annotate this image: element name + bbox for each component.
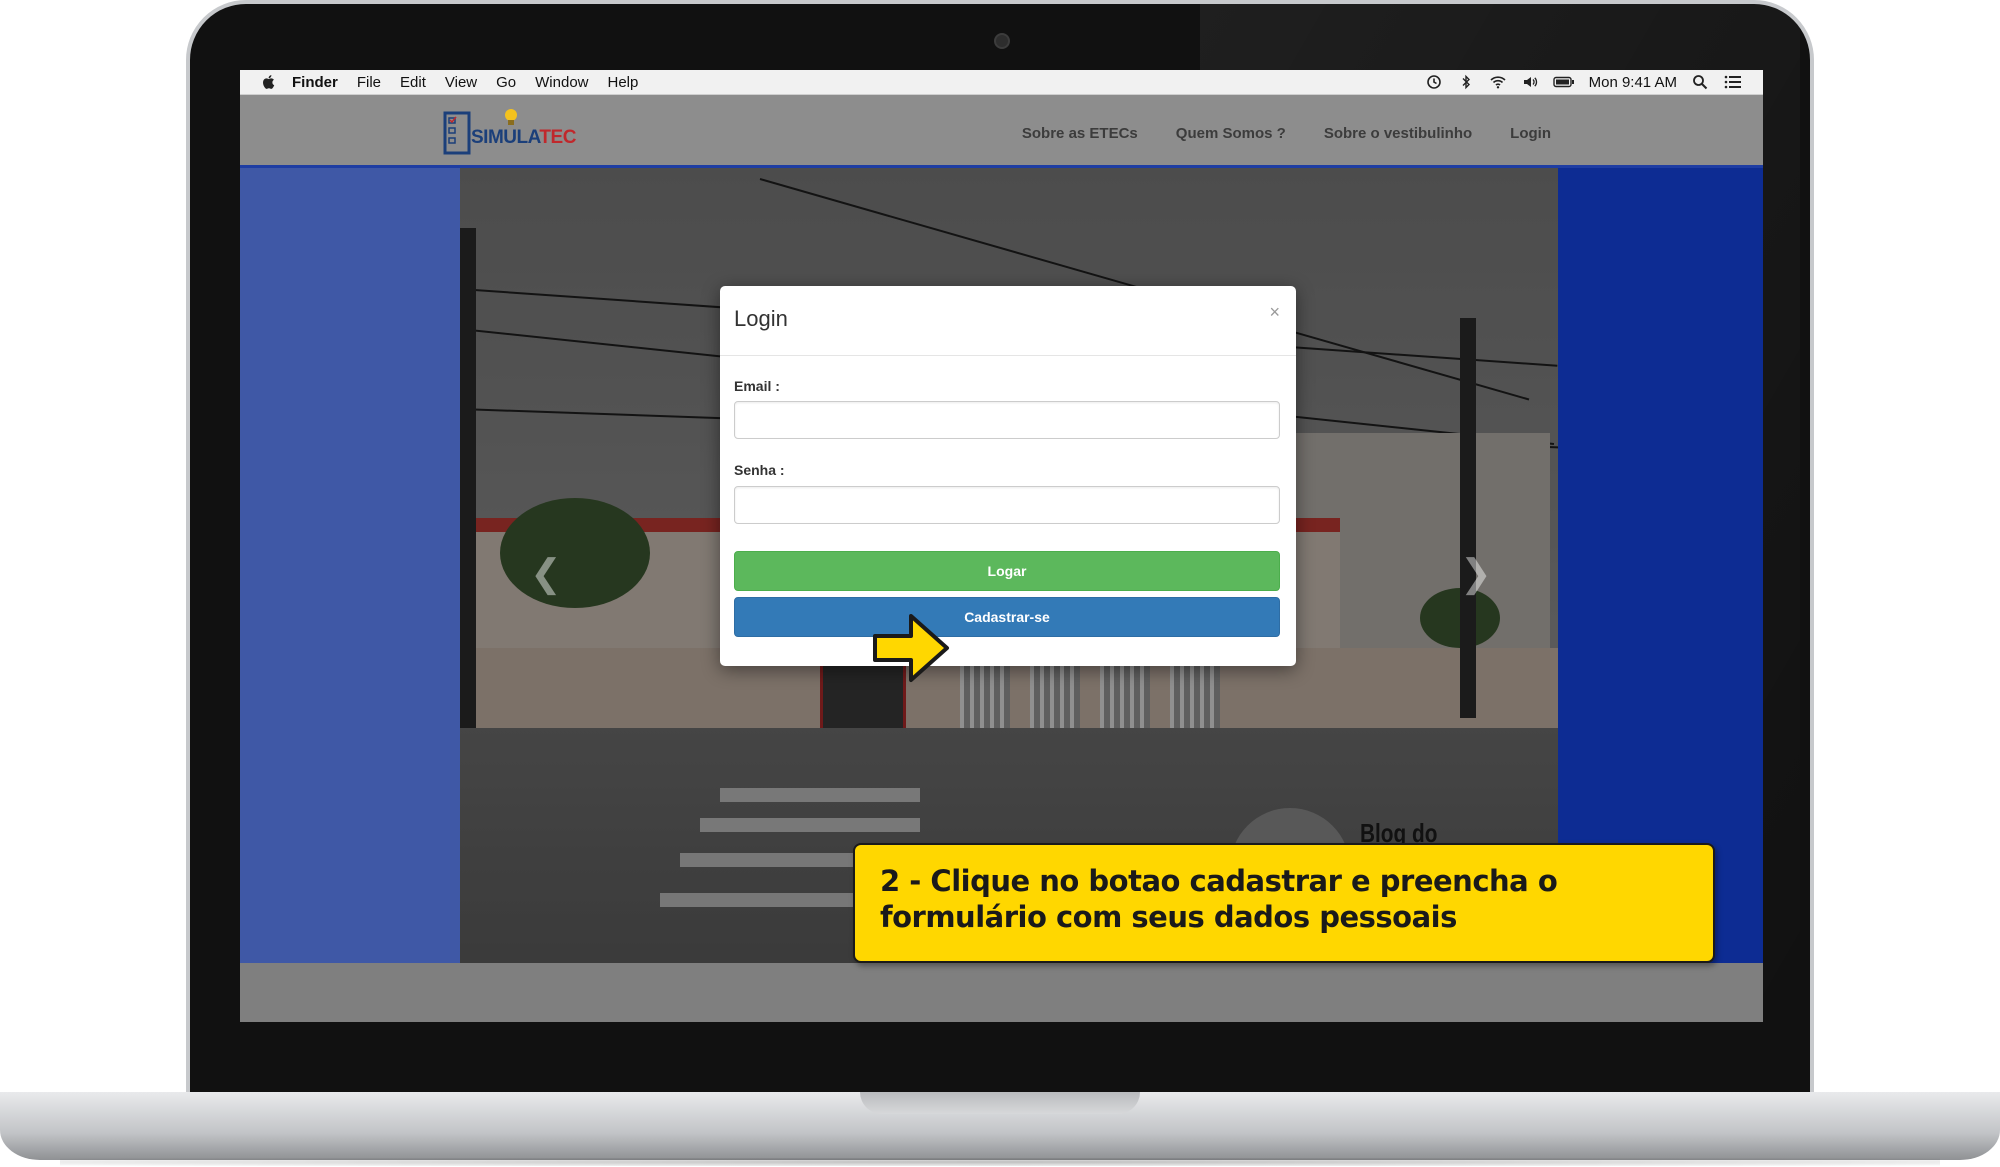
carousel-prev-icon[interactable]: ❮ (530, 551, 562, 596)
menu-help[interactable]: Help (608, 74, 639, 91)
password-field[interactable] (734, 486, 1280, 524)
menu-app-name[interactable]: Finder (292, 74, 338, 91)
laptop-base-notch (860, 1092, 1140, 1114)
nav-quem-somos[interactable]: Quem Somos ? (1176, 125, 1286, 142)
menu-window[interactable]: Window (535, 74, 588, 91)
logo-text-tec: TEC (539, 127, 576, 148)
instruction-callout: 2 - Clique no botao cadastrar e preencha… (853, 843, 1715, 963)
login-button[interactable]: Logar (734, 551, 1280, 591)
wifi-icon[interactable] (1489, 74, 1507, 90)
laptop-shadow (60, 1158, 1940, 1166)
apple-icon[interactable] (260, 73, 278, 91)
menubar-status-area: Mon 9:41 AM (1425, 74, 1743, 91)
nav-sobre-vestibulinho[interactable]: Sobre o vestibulinho (1324, 125, 1472, 142)
bluetooth-icon[interactable] (1457, 74, 1475, 90)
nav-sobre-etecs[interactable]: Sobre as ETECs (1022, 125, 1138, 142)
battery-icon[interactable] (1552, 74, 1575, 90)
register-button[interactable]: Cadastrar-se (734, 597, 1280, 637)
menubar-clock[interactable]: Mon 9:41 AM (1589, 74, 1677, 91)
logo-text: SIMULATEC (471, 127, 576, 149)
login-modal: Login × Email : Senha : Logar Cadastrar-… (720, 286, 1296, 666)
notification-center-icon[interactable] (1723, 74, 1743, 90)
left-blue-band (240, 168, 460, 963)
time-machine-icon[interactable] (1425, 74, 1443, 90)
modal-header: Login × (720, 286, 1296, 356)
site-nav-links: Sobre as ETECs Quem Somos ? Sobre o vest… (1022, 125, 1551, 142)
logo-text-simula: SIMULA (471, 127, 540, 148)
spotlight-icon[interactable] (1691, 74, 1709, 90)
volume-icon[interactable] (1521, 74, 1539, 90)
menu-go[interactable]: Go (496, 74, 516, 91)
menu-view[interactable]: View (445, 74, 477, 91)
site-navbar: SIMULATEC Sobre as ETECs Quem Somos ? So… (240, 95, 1763, 168)
menu-edit[interactable]: Edit (400, 74, 426, 91)
site-footer-strip (240, 963, 1763, 1022)
simulatec-logo[interactable]: SIMULATEC (443, 105, 576, 157)
email-field[interactable] (734, 401, 1280, 439)
nav-login[interactable]: Login (1510, 125, 1551, 142)
password-label: Senha : (734, 462, 785, 478)
pointer-arrow-icon (873, 614, 949, 682)
menu-file[interactable]: File (357, 74, 381, 91)
camera-icon (994, 33, 1010, 49)
close-icon[interactable]: × (1269, 302, 1280, 323)
mac-menubar: Finder File Edit View Go Window Help Mon… (240, 70, 1763, 95)
email-label: Email : (734, 378, 780, 394)
modal-title: Login (734, 306, 788, 331)
instruction-text: 2 - Clique no botao cadastrar e preencha… (880, 864, 1558, 934)
carousel-next-icon[interactable]: ❯ (1460, 551, 1492, 596)
